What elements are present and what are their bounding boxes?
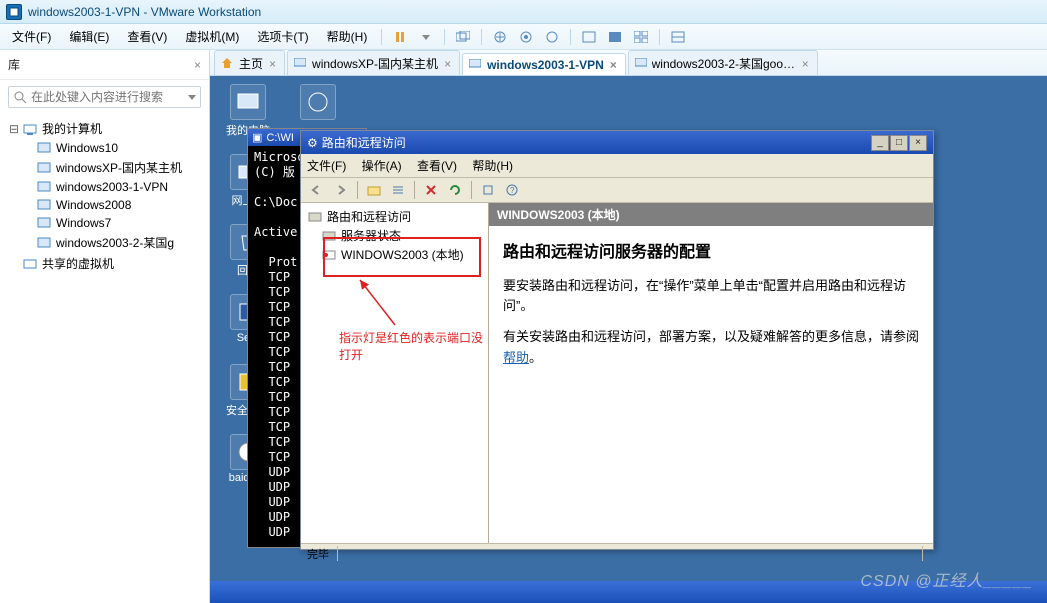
dropdown-icon[interactable] — [414, 26, 438, 48]
annotation-text: 指示灯是红色的表示端口没打开 — [339, 329, 488, 363]
refresh-icon[interactable] — [445, 180, 465, 200]
tree-my-computer[interactable]: ⊟我的计算机 — [8, 118, 209, 139]
status-text: 完毕 — [307, 546, 338, 561]
rras-tree-pane: 路由和远程访问 服务器状态 WINDOWS2003 (本地) 指示灯是红色的表示… — [301, 203, 489, 543]
tab-vm3[interactable]: windows2003-2-某国google...× — [628, 50, 818, 75]
fullscreen-icon[interactable] — [577, 26, 601, 48]
stretch-icon[interactable] — [666, 26, 690, 48]
snapshot-manager-icon[interactable] — [514, 26, 538, 48]
rras-config-p1: 要安装路由和远程访问，在“操作”菜单上单击“配置并启用路由和远程访问”。 — [503, 276, 919, 318]
window-titlebar: windows2003-1-VPN - VMware Workstation — [0, 0, 1047, 24]
menu-edit[interactable]: 编辑(E) — [61, 25, 117, 48]
list-icon[interactable] — [388, 180, 408, 200]
tree-vm-item[interactable]: windows2003-2-某国g — [22, 232, 209, 253]
app-icon — [6, 4, 22, 20]
rras-toolbar: ? — [301, 178, 933, 203]
rras-menu-help[interactable]: 帮助(H) — [472, 159, 513, 173]
tree-vm-item[interactable]: windowsXP-国内某主机 — [22, 157, 209, 178]
library-search-input[interactable] — [31, 90, 188, 104]
snapshot-revert-icon[interactable] — [540, 26, 564, 48]
tree-vm-item[interactable]: Windows2008 — [22, 196, 209, 214]
tree-shared-vms[interactable]: 共享的虚拟机 — [8, 253, 209, 274]
close-icon[interactable]: × — [909, 135, 927, 151]
forward-icon[interactable] — [331, 180, 351, 200]
menu-vm[interactable]: 虚拟机(M) — [177, 25, 247, 48]
library-tree: ⊟我的计算机 Windows10 windowsXP-国内某主机 windows… — [0, 114, 209, 278]
thumbnail-icon[interactable] — [629, 26, 653, 48]
cmd-icon: ▣ — [252, 131, 262, 144]
maximize-icon[interactable]: □ — [890, 135, 908, 151]
guest-desktop[interactable]: 我的电脑 网上邻 回收 Serv 安全配置 baiduyu ▣C:\WI Mic… — [210, 76, 1047, 603]
send-cad-icon[interactable] — [451, 26, 475, 48]
rras-tree-root[interactable]: 路由和远程访问 — [305, 207, 484, 226]
rras-detail-pane: WINDOWS2003 (本地) 路由和远程访问服务器的配置 要安装路由和远程访… — [489, 203, 933, 543]
rras-titlebar[interactable]: ⚙ 路由和远程访问 _ □ × — [301, 131, 933, 154]
library-search-box[interactable] — [8, 86, 201, 108]
desktop-icon-network[interactable] — [288, 84, 348, 122]
rras-title: 路由和远程访问 — [322, 134, 406, 151]
close-icon[interactable]: × — [610, 58, 617, 72]
vm-tabstrip: 主页× windowsXP-国内某主机× windows2003-1-VPN× … — [210, 50, 1047, 76]
tree-vm-item[interactable]: windows2003-1-VPN — [22, 178, 209, 196]
back-icon[interactable] — [307, 180, 327, 200]
close-icon[interactable]: × — [444, 57, 451, 71]
tab-vm1[interactable]: windowsXP-国内某主机× — [287, 50, 460, 75]
tree-vm-item[interactable]: Windows7 — [22, 214, 209, 232]
watermark: CSDN @正经人_____ — [860, 567, 1033, 591]
search-icon — [13, 90, 27, 104]
menu-view[interactable]: 查看(V) — [119, 25, 175, 48]
rras-window[interactable]: ⚙ 路由和远程访问 _ □ × 文件(F) 操作(A) 查看(V) 帮助(H) — [300, 130, 934, 550]
close-icon[interactable]: × — [269, 57, 276, 71]
rras-menu-action[interactable]: 操作(A) — [362, 159, 402, 173]
svg-text:?: ? — [510, 186, 515, 195]
rras-menubar: 文件(F) 操作(A) 查看(V) 帮助(H) — [301, 154, 933, 178]
window-title: windows2003-1-VPN - VMware Workstation — [28, 5, 261, 19]
rras-menu-file[interactable]: 文件(F) — [307, 159, 346, 173]
tree-vm-item[interactable]: Windows10 — [22, 139, 209, 157]
rras-menu-view[interactable]: 查看(V) — [417, 159, 457, 173]
menu-help[interactable]: 帮助(H) — [319, 25, 376, 48]
pause-icon[interactable] — [388, 26, 412, 48]
close-icon[interactable]: × — [802, 57, 809, 71]
minimize-icon[interactable]: _ — [871, 135, 889, 151]
properties-icon[interactable] — [478, 180, 498, 200]
folder-icon[interactable] — [364, 180, 384, 200]
monitor-icon — [635, 57, 648, 71]
library-title: 库 — [8, 56, 20, 73]
annotation-arrow — [355, 275, 405, 329]
cmd-title: C:\WI — [266, 132, 294, 144]
rras-statusbar: 完毕 — [301, 543, 933, 563]
home-icon — [221, 57, 235, 71]
menu-tabs[interactable]: 选项卡(T) — [249, 25, 316, 48]
monitor-icon — [469, 58, 483, 72]
library-pane: 库 × ⊟我的计算机 Windows10 windowsXP-国内某主机 win… — [0, 50, 210, 603]
rras-config-p2: 有关安装路由和远程访问，部署方案，以及疑难解答的更多信息，请参阅帮助。 — [503, 327, 919, 369]
rras-icon: ⚙ — [307, 136, 318, 150]
vmware-menubar: 文件(F) 编辑(E) 查看(V) 虚拟机(M) 选项卡(T) 帮助(H) — [0, 24, 1047, 50]
delete-icon[interactable] — [421, 180, 441, 200]
rras-detail-header: WINDOWS2003 (本地) — [489, 203, 933, 226]
annotation-red-box — [323, 237, 481, 277]
help-icon[interactable]: ? — [502, 180, 522, 200]
monitor-icon — [294, 57, 308, 71]
help-link[interactable]: 帮助 — [503, 350, 529, 365]
snapshot-icon[interactable] — [488, 26, 512, 48]
library-close-icon[interactable]: × — [194, 58, 201, 72]
tab-vm2-active[interactable]: windows2003-1-VPN× — [462, 53, 626, 75]
chevron-down-icon[interactable] — [188, 93, 196, 101]
tab-home[interactable]: 主页× — [214, 50, 285, 75]
unity-icon[interactable] — [603, 26, 627, 48]
menu-file[interactable]: 文件(F) — [4, 25, 59, 48]
rras-config-heading: 路由和远程访问服务器的配置 — [503, 240, 919, 266]
server-icon — [307, 210, 323, 224]
